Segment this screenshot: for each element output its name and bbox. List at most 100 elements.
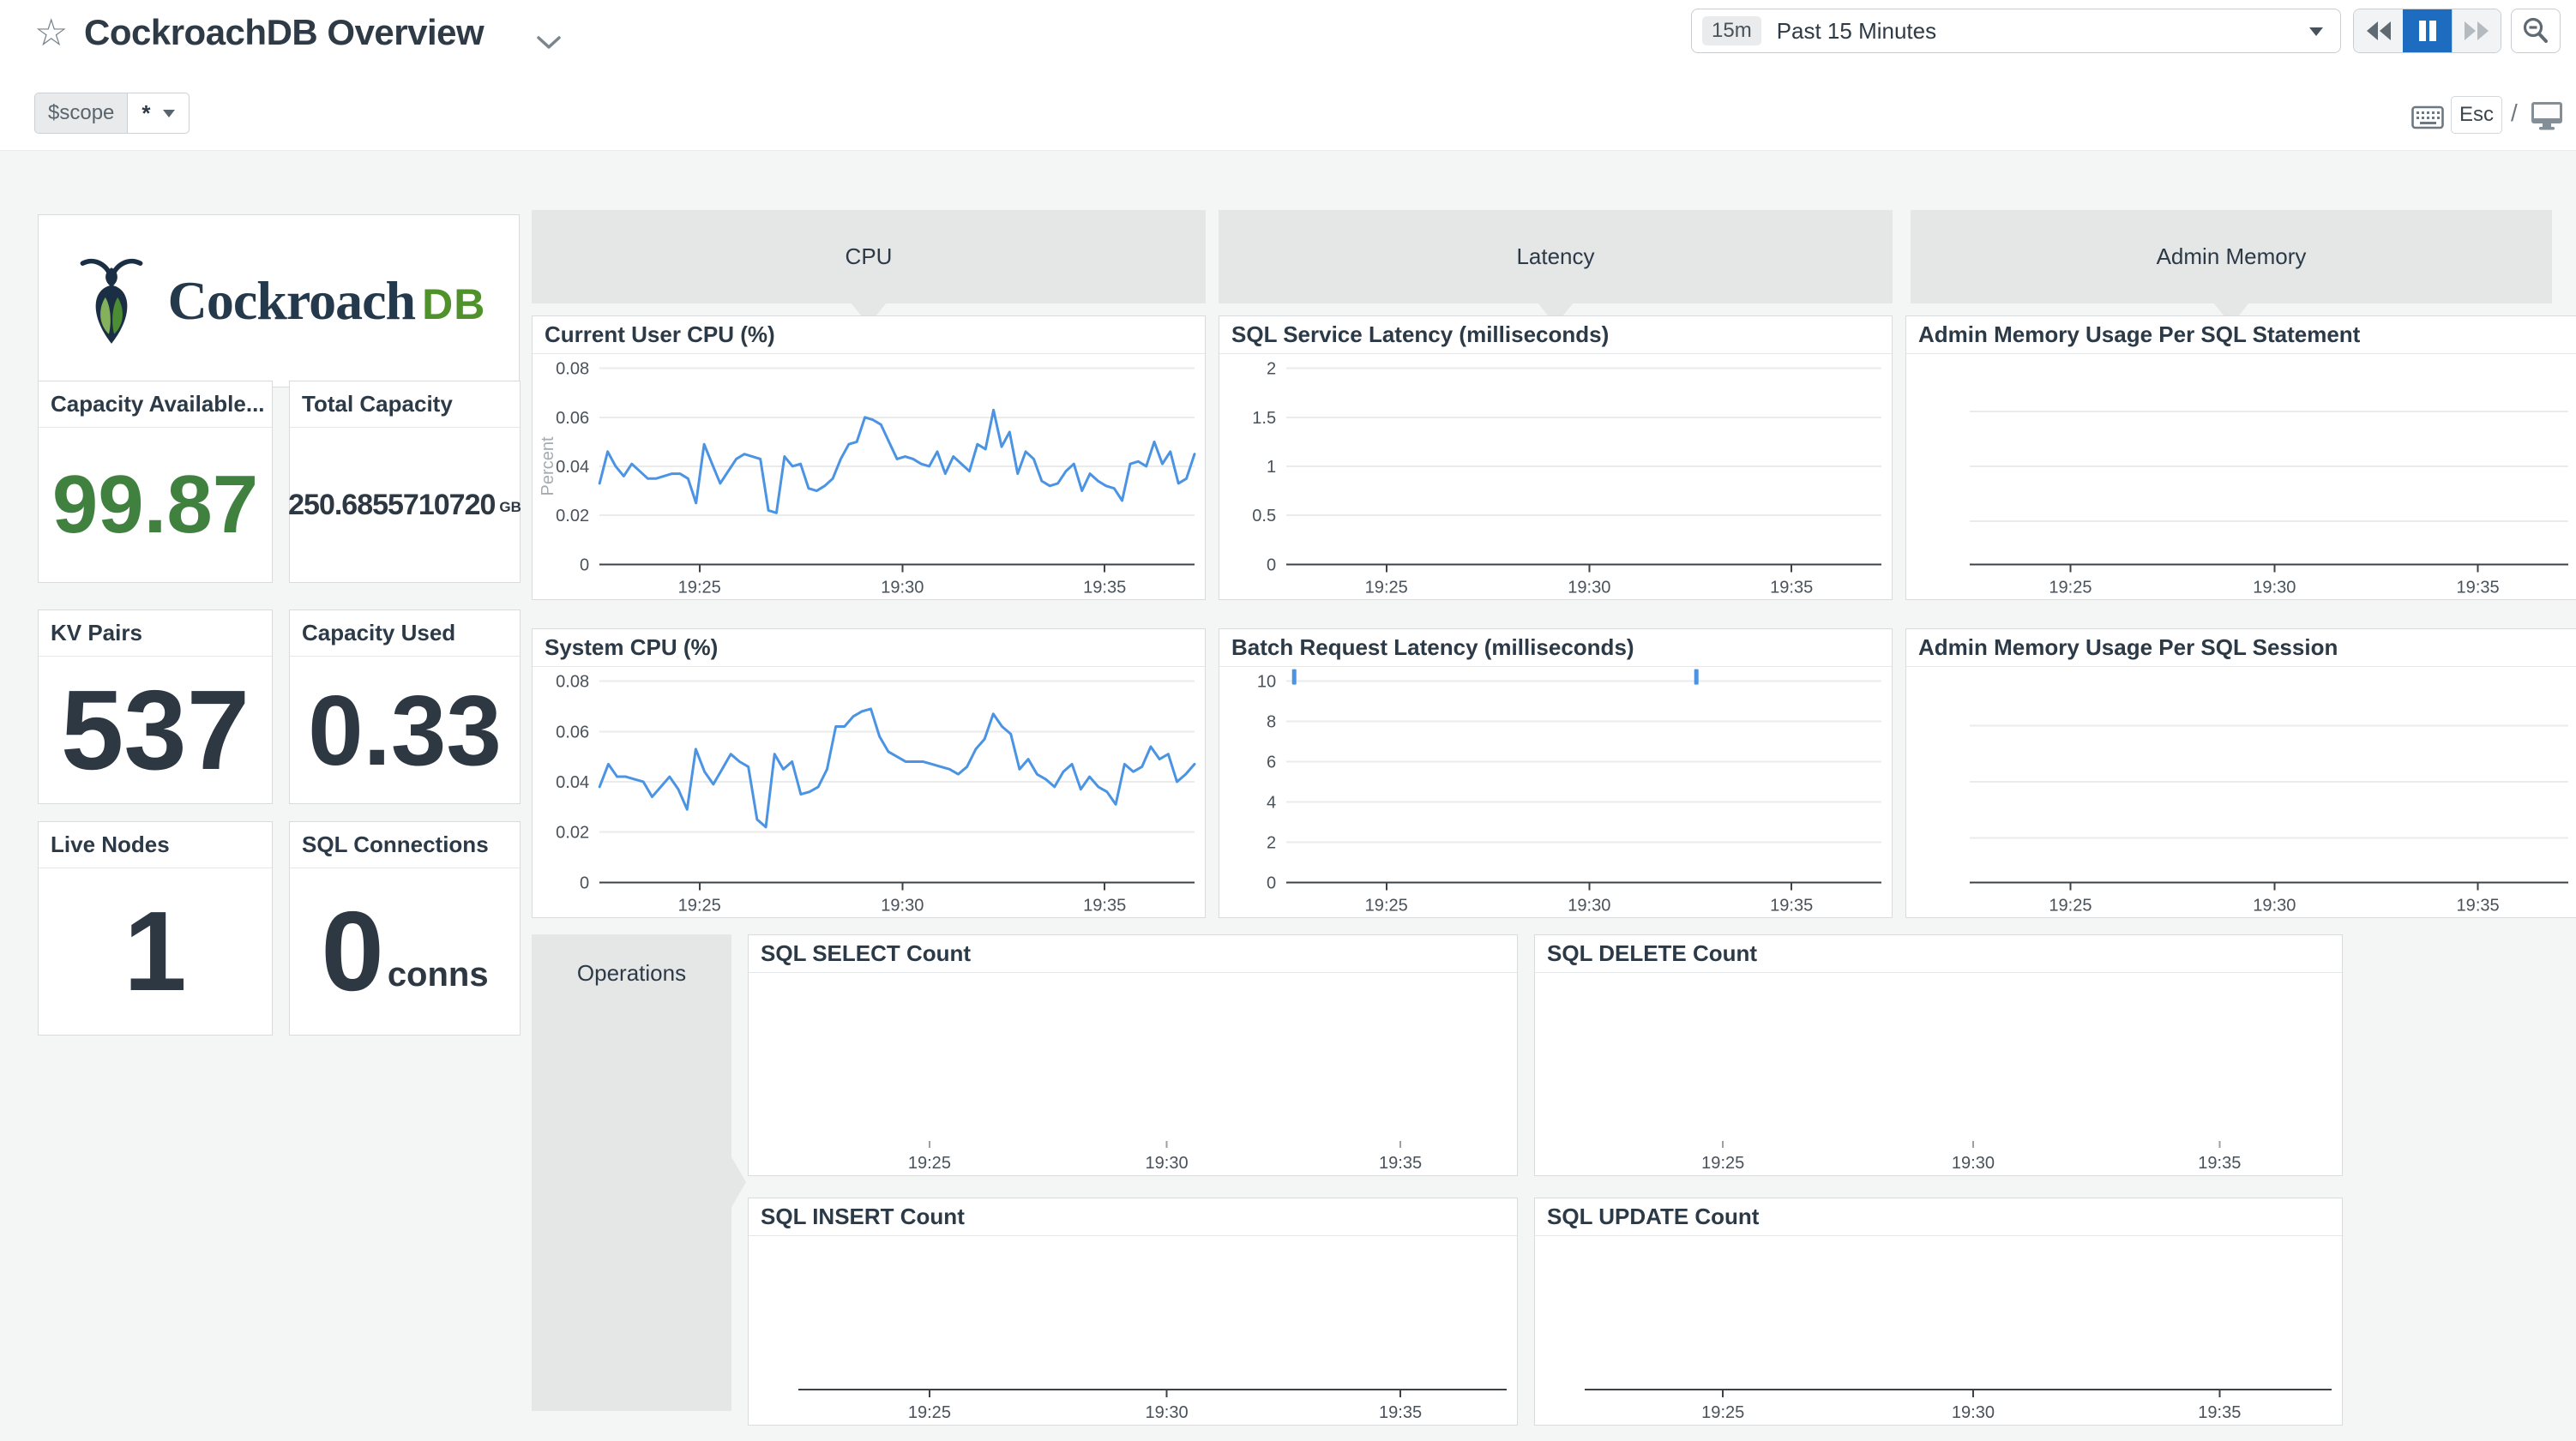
svg-text:19:35: 19:35 <box>1379 1154 1422 1173</box>
stat-unit: conns <box>388 904 489 1000</box>
stat-value: 0 <box>321 895 383 1008</box>
svg-text:19:25: 19:25 <box>1365 896 1408 915</box>
chart-title: Current User CPU (%) <box>533 316 1205 354</box>
chart-sql-insert-count[interactable]: SQL INSERT Count19:2519:3019:35 <box>748 1198 1518 1426</box>
chart-plot-area[interactable]: 19:2519:3019:35 <box>749 1236 1517 1425</box>
chart-plot-area[interactable]: 19:2519:3019:35 <box>1535 1236 2342 1425</box>
dashboard-title: CockroachDB Overview <box>84 10 484 55</box>
zoom-out-icon <box>2520 15 2551 46</box>
svg-text:0: 0 <box>1267 874 1276 892</box>
time-range-badge: 15m <box>1702 16 1761 45</box>
chart-sql-service-latency[interactable]: SQL Service Latency (milliseconds)00.511… <box>1219 315 1893 600</box>
chart-title: Admin Memory Usage Per SQL Session <box>1906 629 2576 667</box>
group-notch <box>731 1156 746 1209</box>
svg-text:19:30: 19:30 <box>1145 1403 1188 1422</box>
svg-text:19:30: 19:30 <box>881 896 924 915</box>
stat-value: 99.87 <box>52 464 258 546</box>
chart-title: System CPU (%) <box>533 629 1205 667</box>
time-range-selector[interactable]: 15m Past 15 Minutes <box>1691 9 2341 53</box>
fast-forward-icon <box>2460 19 2493 43</box>
svg-text:19:35: 19:35 <box>2457 578 2500 597</box>
scope-value: * <box>141 100 150 127</box>
svg-text:19:30: 19:30 <box>1952 1403 1995 1422</box>
chart-batch-request-latency[interactable]: Batch Request Latency (milliseconds)0246… <box>1219 628 1893 918</box>
slash-separator: / <box>2511 99 2518 127</box>
pause-button[interactable] <box>2403 9 2452 52</box>
svg-text:0: 0 <box>580 555 589 574</box>
esc-key-button[interactable]: Esc <box>2451 96 2502 134</box>
chart-title: SQL Service Latency (milliseconds) <box>1219 316 1892 354</box>
svg-text:19:35: 19:35 <box>2198 1403 2241 1422</box>
svg-text:19:25: 19:25 <box>2049 896 2091 915</box>
chart-plot-area[interactable]: 19:2519:3019:35 <box>1906 667 2576 917</box>
svg-text:0.08: 0.08 <box>556 360 589 379</box>
svg-text:19:35: 19:35 <box>2457 896 2500 915</box>
chart-title: SQL SELECT Count <box>749 935 1517 973</box>
svg-text:19:30: 19:30 <box>1568 896 1610 915</box>
svg-text:2: 2 <box>1267 360 1276 379</box>
tv-mode-icon[interactable] <box>2530 101 2564 130</box>
svg-text:19:25: 19:25 <box>1365 578 1408 597</box>
group-header-operations[interactable]: Operations <box>532 934 731 1411</box>
chart-plot-area[interactable]: 19:2519:3019:35 <box>1535 973 2342 1175</box>
svg-text:0.04: 0.04 <box>556 458 589 477</box>
group-header-latency[interactable]: Latency <box>1219 210 1893 303</box>
svg-text:8: 8 <box>1267 713 1276 732</box>
chart-plot-area[interactable]: 024681019:2519:3019:35 <box>1219 667 1892 917</box>
svg-text:0.02: 0.02 <box>556 507 589 525</box>
template-variable-scope[interactable]: $scope * <box>34 93 190 134</box>
svg-text:19:35: 19:35 <box>1770 578 1813 597</box>
stat-live-nodes[interactable]: Live Nodes 1 <box>38 821 273 1036</box>
svg-text:0.06: 0.06 <box>556 409 589 428</box>
chart-system-cpu[interactable]: System CPU (%)00.020.040.060.0819:2519:3… <box>532 628 1206 918</box>
zoom-out-button[interactable] <box>2511 9 2561 53</box>
group-label: Admin Memory <box>2157 243 2307 270</box>
keyboard-shortcuts-icon[interactable] <box>2411 105 2444 130</box>
chart-plot-area[interactable]: 00.020.040.060.0819:2519:3019:35 <box>533 667 1205 917</box>
chart-sql-select-count[interactable]: SQL SELECT Count 19:25 19:30 19:35 <box>748 934 1518 1176</box>
svg-text:19:25: 19:25 <box>678 578 721 597</box>
stat-total-capacity[interactable]: Total Capacity 250.6855710720 GB <box>289 381 521 583</box>
chart-plot-area[interactable]: 00.020.040.060.0819:2519:3019:35Percent <box>533 354 1205 599</box>
chart-admin-memory-per-sql-session[interactable]: Admin Memory Usage Per SQL Session19:251… <box>1905 628 2576 918</box>
stat-value: 0.33 <box>308 681 502 780</box>
rewind-button[interactable] <box>2354 9 2403 52</box>
svg-text:19:35: 19:35 <box>1083 896 1126 915</box>
stat-sql-connections[interactable]: SQL Connections 0 conns <box>289 821 521 1036</box>
svg-text:1: 1 <box>1267 458 1276 477</box>
chart-sql-update-count[interactable]: SQL UPDATE Count19:2519:3019:35 <box>1534 1198 2343 1426</box>
stat-title: KV Pairs <box>39 610 272 657</box>
svg-text:Percent: Percent <box>539 436 557 496</box>
chart-title: SQL UPDATE Count <box>1535 1198 2342 1236</box>
dashboard: ☆ CockroachDB Overview $scope * 15m Past… <box>0 0 2576 1441</box>
group-header-admin-memory[interactable]: Admin Memory <box>1911 210 2552 303</box>
chart-admin-memory-per-sql-statement[interactable]: Admin Memory Usage Per SQL Statement19:2… <box>1905 315 2576 600</box>
group-header-cpu[interactable]: CPU <box>532 210 1206 303</box>
stat-capacity-available[interactable]: Capacity Available... 99.87 <box>38 381 273 583</box>
title-chevron-down-icon[interactable] <box>535 34 563 51</box>
stat-title: SQL Connections <box>290 822 520 868</box>
svg-text:19:30: 19:30 <box>1145 1154 1188 1173</box>
chart-plot-area[interactable]: 19:25 19:30 19:35 <box>749 973 1517 1175</box>
stat-value: 1 <box>123 895 186 1008</box>
svg-text:19:25: 19:25 <box>2049 578 2091 597</box>
chart-sql-delete-count[interactable]: SQL DELETE Count19:2519:3019:35 <box>1534 934 2343 1176</box>
svg-text:19:25: 19:25 <box>908 1154 951 1173</box>
chart-current-user-cpu[interactable]: Current User CPU (%) 0 0.02 0.04 0.06 0.08 19:… <box>532 315 1206 600</box>
stat-capacity-used[interactable]: Capacity Used 0.33 <box>289 609 521 804</box>
svg-text:2: 2 <box>1267 833 1276 852</box>
rewind-icon <box>2362 19 2395 43</box>
stat-title: Capacity Available... <box>39 381 272 428</box>
group-label: CPU <box>846 243 893 270</box>
chart-plot-area[interactable]: 19:25 19:30 19:35 <box>1906 354 2576 599</box>
fast-forward-button[interactable] <box>2452 9 2501 52</box>
svg-text:19:25: 19:25 <box>1701 1154 1744 1173</box>
chart-plot-area[interactable]: 00.511.5219:2519:3019:35 <box>1219 354 1892 599</box>
top-bar: ☆ CockroachDB Overview $scope * 15m Past… <box>0 0 2576 151</box>
pause-icon <box>2415 18 2441 44</box>
scope-label: $scope <box>35 93 128 133</box>
svg-text:6: 6 <box>1267 754 1276 772</box>
stat-kv-pairs[interactable]: KV Pairs 537 <box>38 609 273 804</box>
favorite-star-icon[interactable]: ☆ <box>34 12 68 55</box>
svg-text:19:30: 19:30 <box>2253 578 2296 597</box>
